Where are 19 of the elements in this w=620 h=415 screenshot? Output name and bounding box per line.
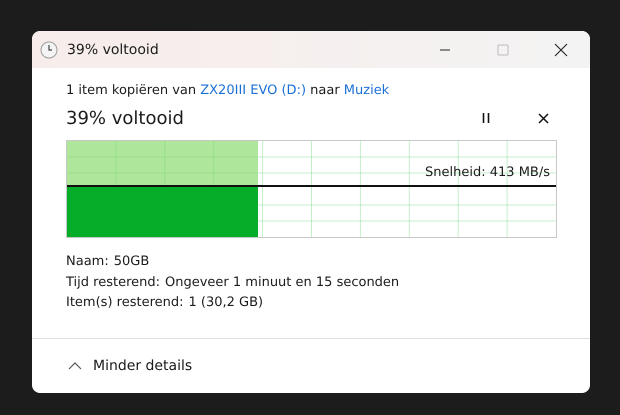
chevron-up-icon: [68, 362, 82, 370]
detail-value: 50GB: [114, 253, 150, 271]
window-title: 39% voltooid: [67, 42, 159, 58]
detail-value: Ongeveer 1 minuut en 15 seconden: [165, 274, 400, 292]
cancel-icon: [538, 112, 548, 124]
speed-label: Snelheid: 413 MB/s: [425, 165, 550, 180]
detail-label: Naam:: [66, 253, 109, 271]
pause-icon: [481, 112, 491, 124]
detail-label: Tijd resterend:: [66, 274, 160, 292]
copy-description: 1 item kopiëren van ZX20III EVO (D:) naar Muziek: [66, 82, 390, 100]
destination-link[interactable]: Muziek: [344, 83, 390, 98]
detail-value: 1 (30,2 GB): [188, 294, 264, 312]
detail-label: Item(s) resterend:: [66, 294, 184, 312]
details-toggle[interactable]: Minder details: [68, 358, 192, 374]
maximize-icon: [497, 44, 509, 56]
progress-heading: 39% voltooid: [66, 108, 185, 128]
clock-icon: [40, 40, 58, 58]
close-icon: [554, 42, 568, 56]
source-link[interactable]: ZX20III EVO (D:): [200, 83, 306, 98]
